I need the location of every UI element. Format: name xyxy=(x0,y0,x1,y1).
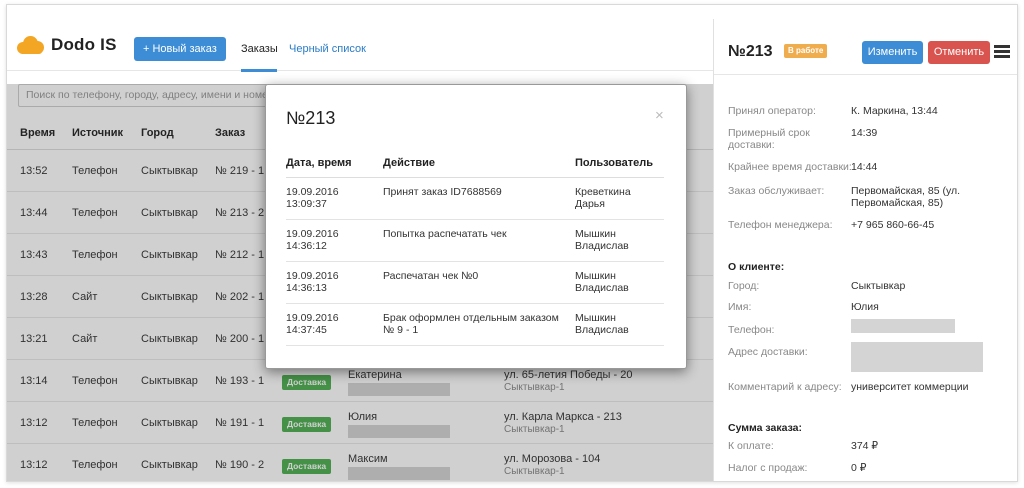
new-order-button[interactable]: + Новый заказ xyxy=(134,37,226,61)
redacted-client-phone xyxy=(851,319,955,333)
history-action: Попытка распечатать чек xyxy=(383,228,507,240)
history-row: 19.09.2016 14:36:13 Распечатан чек №0 Мы… xyxy=(286,262,664,304)
modal-header-user: Пользователь xyxy=(575,157,654,169)
field-label-manager-phone: Телефон менеджера: xyxy=(728,219,833,231)
field-value-to-pay: 374 ₽ xyxy=(851,440,879,452)
field-label-phone: Телефон: xyxy=(728,324,775,336)
cancel-order-button[interactable]: Отменить xyxy=(928,41,990,64)
history-row: 19.09.2016 13:09:37 Принят заказ ID76885… xyxy=(286,178,664,220)
history-row: 19.09.2016 14:36:12 Попытка распечатать … xyxy=(286,220,664,262)
close-icon[interactable]: × xyxy=(655,107,664,124)
field-value-served-by: Первомайская, 85 (ул. Первомайская, 85) xyxy=(851,185,961,209)
app-window: Dodo IS + Новый заказ Заказы Черный спис… xyxy=(6,4,1018,482)
top-bar: Dodo IS + Новый заказ Заказы Черный спис… xyxy=(7,5,713,72)
field-label-deadline: Крайнее время доставки: xyxy=(728,161,852,173)
edit-button[interactable]: Изменить xyxy=(862,41,923,64)
field-label-eta: Примерный срок доставки: xyxy=(728,127,810,151)
history-datetime: 19.09.2016 14:36:12 xyxy=(286,228,339,252)
history-datetime: 19.09.2016 14:37:45 xyxy=(286,312,339,336)
redacted-address xyxy=(851,342,983,372)
field-label-operator: Принял оператор: xyxy=(728,105,816,117)
status-badge: В работе xyxy=(784,44,828,58)
active-tab-indicator xyxy=(241,69,277,72)
sum-section-title: Сумма заказа: xyxy=(728,422,802,434)
modal-header-datetime: Дата, время xyxy=(286,157,352,169)
field-value-operator: К. Маркина, 13:44 xyxy=(851,105,938,117)
tab-orders[interactable]: Заказы xyxy=(241,43,278,55)
history-action: Распечатан чек №0 xyxy=(383,270,479,282)
field-value-sales-tax: 0 ₽ xyxy=(851,462,867,474)
history-row: 19.09.2016 14:37:45 Брак оформлен отдель… xyxy=(286,304,664,346)
field-label-sales-tax: Налог с продаж: xyxy=(728,462,808,474)
history-action: Принят заказ ID7688569 xyxy=(383,186,502,198)
modal-header-action: Действие xyxy=(383,157,435,169)
order-history-modal: №213 × Дата, время Действие Пользователь… xyxy=(265,84,687,369)
field-value-deadline: 14:44 xyxy=(851,161,878,173)
field-label-to-pay: К оплате: xyxy=(728,440,774,452)
field-label-address-comment: Комментарий к адресу: xyxy=(728,381,842,393)
cloud-logo-icon xyxy=(17,36,45,54)
history-user: Мышкин Владислав xyxy=(575,312,629,336)
field-label-city: Город: xyxy=(728,280,760,292)
history-user: Креветкина Дарья xyxy=(575,186,631,210)
field-label-served-by: Заказ обслуживает: xyxy=(728,185,825,197)
list-menu-icon[interactable] xyxy=(994,45,1010,59)
modal-title: №213 xyxy=(286,108,336,128)
logo[interactable]: Dodo IS xyxy=(17,35,117,55)
history-datetime: 19.09.2016 14:36:13 xyxy=(286,270,339,294)
history-datetime: 19.09.2016 13:09:37 xyxy=(286,186,339,210)
field-value-address-comment: университет коммерции xyxy=(851,381,969,393)
client-section-title: О клиенте: xyxy=(728,261,785,273)
order-number: №213 xyxy=(728,43,773,60)
field-value-city: Сыктывкар xyxy=(851,280,906,292)
field-label-address: Адрес доставки: xyxy=(728,346,808,358)
order-details-panel: №213 В работе Изменить Отменить Принял о… xyxy=(713,19,1017,481)
field-value-eta: 14:39 xyxy=(851,127,878,139)
history-action: Брак оформлен отдельным заказом № 9 - 1 xyxy=(383,312,559,336)
field-value-name: Юлия xyxy=(851,301,879,313)
field-value-manager-phone: +7 965 860-66-45 xyxy=(851,219,935,231)
history-user: Мышкин Владислав xyxy=(575,228,629,252)
tab-blacklist[interactable]: Черный список xyxy=(289,43,366,55)
panel-divider xyxy=(714,74,1017,75)
field-label-name: Имя: xyxy=(728,301,752,313)
history-user: Мышкин Владислав xyxy=(575,270,629,294)
logo-text: Dodo IS xyxy=(51,35,117,54)
